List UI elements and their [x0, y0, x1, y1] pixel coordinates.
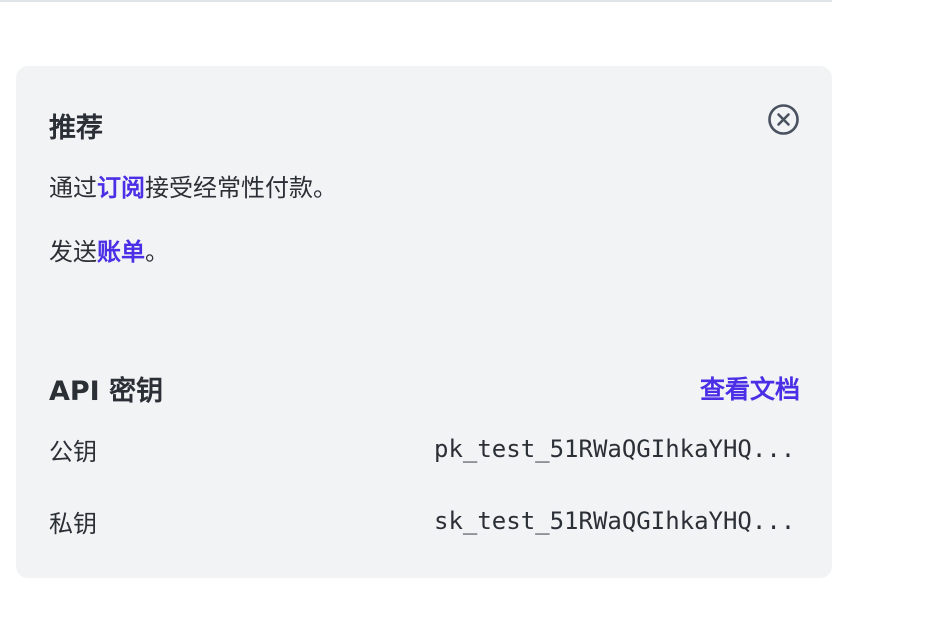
subscription-link[interactable]: 订阅 [97, 174, 145, 202]
close-button[interactable] [767, 103, 800, 136]
secret-key-value[interactable]: sk_test_51RWaQGIhkaYHQ... [434, 507, 800, 535]
api-keys-title: API 密钥 [49, 376, 164, 407]
invoice-link[interactable]: 账单 [97, 238, 145, 266]
secret-key-row: 私钥 sk_test_51RWaQGIhkaYHQ... [49, 501, 800, 541]
secret-key-label: 私钥 [49, 509, 97, 538]
publishable-key-label: 公钥 [49, 437, 97, 466]
view-docs-link[interactable]: 查看文档 [700, 370, 800, 406]
subscription-text-after: 接受经常性付款。 [145, 174, 337, 202]
recommendation-card: 推荐 通过订阅接受经常性付款。 发送账单。 API 密钥 查看文档 公钥 pk_… [16, 66, 832, 578]
invoice-text-before: 发送 [49, 238, 97, 266]
publishable-key-value[interactable]: pk_test_51RWaQGIhkaYHQ... [434, 435, 800, 463]
top-divider [0, 0, 832, 2]
recommend-title: 推荐 [49, 113, 103, 144]
subscription-text: 通过订阅接受经常性付款。 [49, 168, 337, 203]
subscription-text-before: 通过 [49, 174, 97, 202]
invoice-text: 发送账单。 [49, 232, 169, 267]
publishable-key-row: 公钥 pk_test_51RWaQGIhkaYHQ... [49, 429, 800, 469]
invoice-text-after: 。 [145, 238, 169, 266]
circle-x-icon [768, 104, 799, 135]
